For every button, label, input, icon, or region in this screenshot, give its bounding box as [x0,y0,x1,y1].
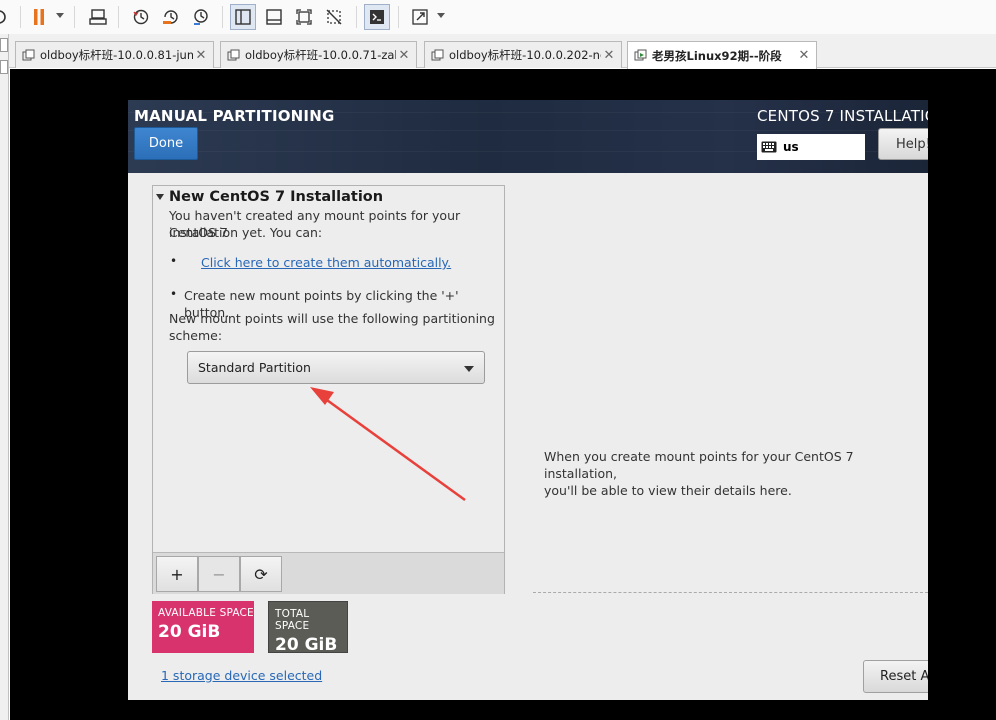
add-mount-point-button[interactable]: + [156,556,198,592]
scheme-text-line-2: scheme: [169,328,223,343]
revert-snapshot-icon[interactable] [158,4,184,30]
keyboard-icon [761,141,777,153]
vmware-toolbar [0,0,996,34]
close-icon[interactable]: ✕ [796,48,812,63]
scheme-text-line-1: New mount points will use the following … [169,311,495,326]
reset-all-button[interactable]: Reset All [863,660,928,693]
partitioning-scheme-select[interactable]: Standard Partition [187,351,485,384]
total-space-value: 20 GiB [275,635,338,655]
toolbar-separator [74,6,75,28]
product-title: CENTOS 7 INSTALLATION [757,107,928,125]
vm-tab-label: 老男孩Linux92期--阶段 [652,48,782,63]
remove-mount-point-button[interactable]: − [198,556,240,592]
vm-tab-3[interactable]: oldboy标杆班-10.0.0.202-ne... ✕ [424,41,622,68]
close-icon[interactable]: ✕ [601,48,617,63]
toolbar-separator [20,6,21,28]
bullet-point: • [170,254,178,268]
vm-copy-icon [431,49,444,60]
close-icon[interactable]: ✕ [396,48,412,63]
library-collapse-icon[interactable] [0,38,8,52]
vm-copy-icon [22,49,35,60]
toolbar-separator [356,6,357,28]
partitioning-scheme-value: Standard Partition [198,360,311,375]
snapshot-icon[interactable] [128,4,154,30]
details-placeholder-text: When you create mount points for your Ce… [544,448,928,499]
toolbar-separator [398,6,399,28]
power-icon[interactable] [0,4,12,30]
console-view-icon[interactable] [364,4,390,30]
help-button[interactable]: Help! [878,128,928,160]
toolbar-separator [222,6,223,28]
pause-icon[interactable] [26,4,52,30]
auto-create-link[interactable]: Click here to create them automatically. [201,255,451,270]
details-divider [533,592,928,593]
installation-group-title: New CentOS 7 Installation [169,189,384,205]
pause-dropdown-chevron-down-icon[interactable] [56,13,64,18]
unity-icon[interactable] [321,4,347,30]
mount-points-panel: New CentOS 7 Installation You haven't cr… [152,185,505,594]
full-screen-icon[interactable] [291,4,317,30]
vm-tab-label: oldboy标杆班-10.0.0.81-jum... [40,48,193,62]
mount-point-actions-bar: + − ⟳ [153,552,504,594]
page-title: MANUAL PARTITIONING [134,107,335,125]
bullet-point: • [170,287,178,301]
library-edge [0,34,9,720]
vm-tab-2[interactable]: oldboy标杆班-10.0.0.71-zabbix ✕ [220,41,417,68]
keyboard-layout-indicator[interactable]: us [757,134,865,160]
library-toggle-icon[interactable] [0,60,8,74]
total-space-label: TOTAL SPACE [275,608,310,632]
vm-tab-4-active[interactable]: 老男孩Linux92期--阶段 ✕ [627,41,817,69]
centos-installer-screen: MANUAL PARTITIONING Done CENTOS 7 INSTAL… [128,100,928,700]
done-button[interactable]: Done [134,127,198,160]
details-text-line-1: When you create mount points for your Ce… [544,449,854,481]
stretch-dropdown-chevron-down-icon[interactable] [437,13,445,18]
intro-text-line-2: installation yet. You can: [169,225,323,240]
keyboard-layout-value: us [783,140,799,154]
available-space-label: AVAILABLE SPACE [158,607,254,619]
snapshot-manager-icon[interactable] [188,4,214,30]
send-ctrl-alt-del-icon[interactable] [85,4,111,30]
vm-tab-label: oldboy标杆班-10.0.0.71-zabbix [245,48,396,62]
vm-copy-icon [227,49,240,60]
available-space-value: 20 GiB [158,622,221,642]
available-space-badge: AVAILABLE SPACE 20 GiB [152,601,254,653]
details-text-line-2: you'll be able to view their details her… [544,483,792,498]
show-thumbnail-bar-icon[interactable] [261,4,287,30]
vm-running-icon [634,49,647,61]
installer-header: MANUAL PARTITIONING Done CENTOS 7 INSTAL… [128,100,928,173]
expander-triangle-icon[interactable] [156,194,164,200]
refresh-button[interactable]: ⟳ [240,556,282,592]
stretch-guest-icon[interactable] [407,4,433,30]
vm-tab-1[interactable]: oldboy标杆班-10.0.0.81-jum... ✕ [15,41,214,68]
chevron-down-icon [464,366,474,372]
toolbar-separator [118,6,119,28]
vm-tab-label: oldboy标杆班-10.0.0.202-ne... [449,48,601,62]
show-library-icon[interactable] [230,4,256,30]
close-icon[interactable]: ✕ [193,48,209,63]
storage-device-link[interactable]: 1 storage device selected [161,668,322,683]
total-space-badge: TOTAL SPACE 20 GiB [268,601,348,655]
installation-group-header[interactable]: New CentOS 7 Installation [156,189,383,205]
